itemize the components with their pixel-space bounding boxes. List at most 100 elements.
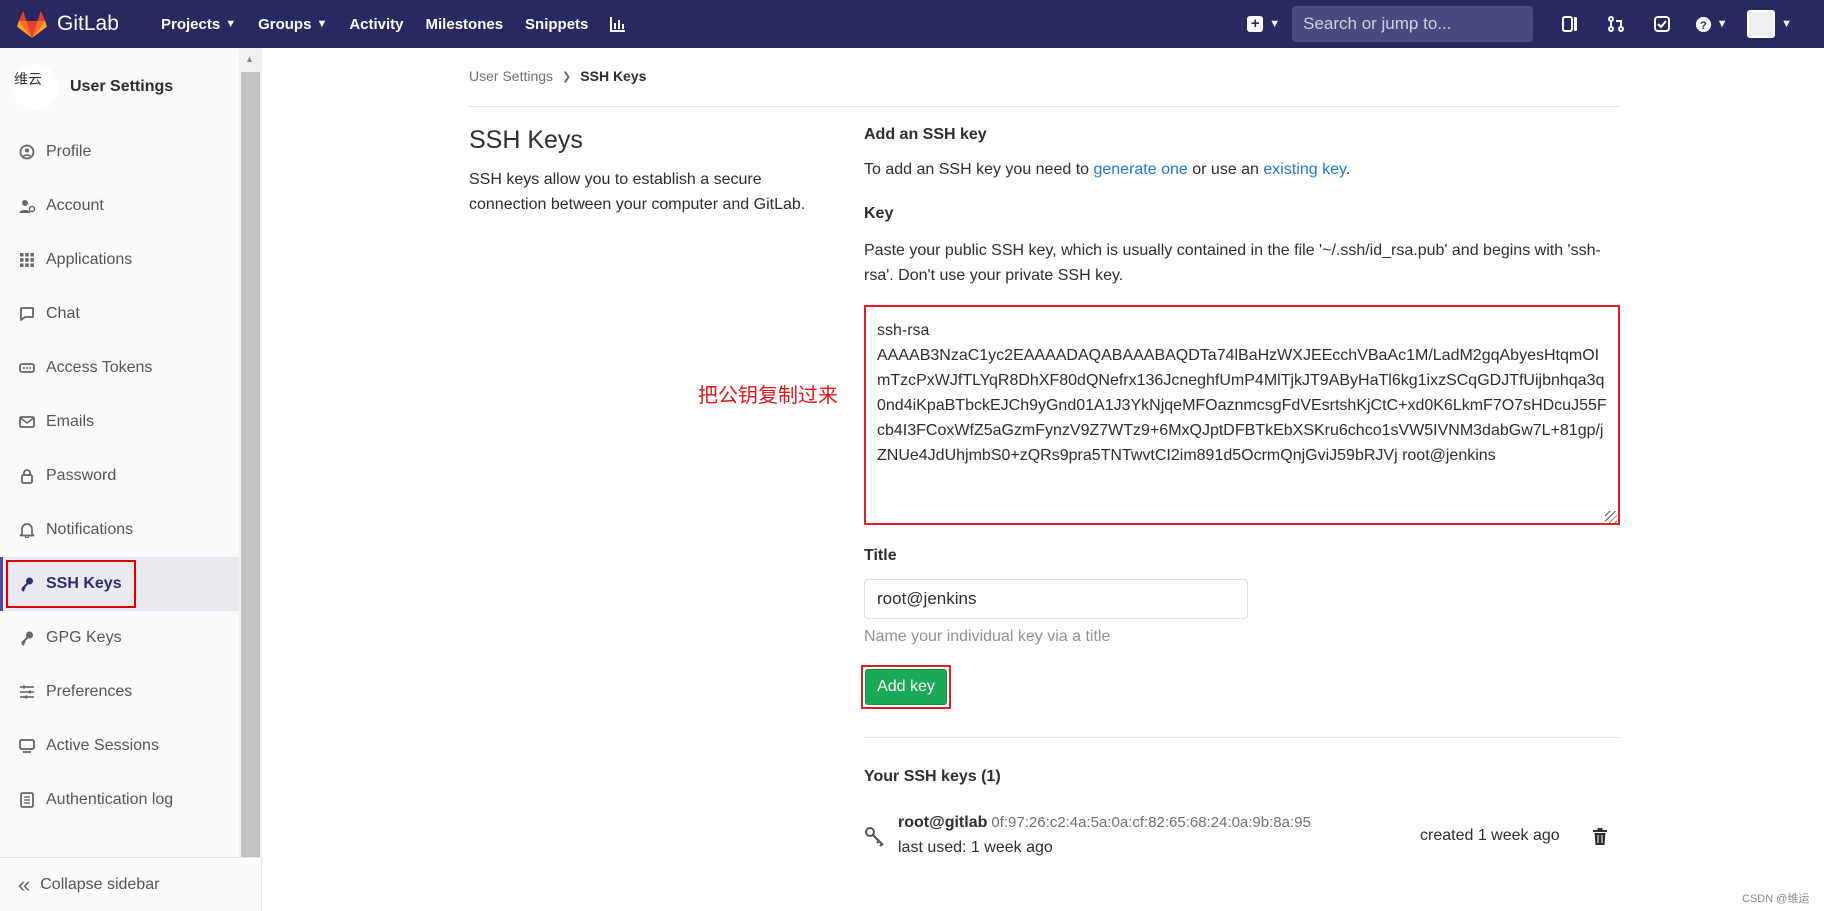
key-name: root@gitlab bbox=[898, 814, 988, 831]
sidebar-item-ssh-keys[interactable]: SSH Keys bbox=[0, 557, 239, 611]
nav-snippets-label: Snippets bbox=[525, 15, 589, 33]
sidebar-item-access-tokens[interactable]: Access Tokens bbox=[0, 341, 239, 395]
page-title: SSH Keys bbox=[469, 126, 583, 154]
panel-icon bbox=[1562, 16, 1578, 32]
lock-icon bbox=[18, 467, 36, 485]
sidebar-item-chat[interactable]: Chat bbox=[0, 287, 239, 341]
sidebar-context-header[interactable]: 维云 User Settings bbox=[0, 48, 239, 125]
key-label: Key bbox=[864, 205, 894, 222]
merge-request-icon bbox=[1608, 16, 1625, 32]
search-input[interactable] bbox=[1303, 14, 1525, 34]
scroll-up-arrow-icon[interactable]: ▲ bbox=[245, 54, 254, 64]
chart-icon bbox=[610, 17, 626, 32]
title-field[interactable] bbox=[864, 579, 1248, 619]
sidebar-item-label: Emails bbox=[46, 413, 95, 430]
sidebar-item-gpg-keys[interactable]: GPG Keys bbox=[0, 611, 239, 665]
sidebar-item-label: Profile bbox=[46, 143, 92, 160]
sidebar-item-label: Active Sessions bbox=[46, 737, 159, 754]
profile-icon bbox=[18, 143, 36, 161]
nav-snippets[interactable]: Snippets bbox=[514, 0, 599, 48]
todo-check-icon bbox=[1654, 16, 1671, 32]
account-icon bbox=[18, 197, 36, 215]
collapse-sidebar-button[interactable]: « Collapse sidebar bbox=[0, 857, 261, 911]
sidebar-item-label: Password bbox=[46, 467, 117, 484]
existing-key-link[interactable]: existing key bbox=[1263, 161, 1345, 178]
breadcrumb: User Settings ❯ SSH Keys bbox=[469, 68, 646, 84]
double-chevron-left-icon: « bbox=[18, 871, 31, 897]
todos-button[interactable] bbox=[1639, 0, 1685, 48]
sidebar-item-label: Preferences bbox=[46, 683, 133, 700]
add-key-button[interactable]: Add key bbox=[865, 669, 947, 705]
user-avatar bbox=[1747, 10, 1776, 38]
chevron-down-icon: ▼ bbox=[1716, 18, 1728, 30]
add-ssh-key-form: Add an SSH key To add an SSH key you nee… bbox=[861, 126, 1620, 856]
sidebar-item-profile[interactable]: Profile bbox=[0, 125, 239, 179]
sliders-icon bbox=[18, 683, 36, 701]
trash-icon[interactable] bbox=[1592, 828, 1608, 846]
generate-one-link[interactable]: generate one bbox=[1093, 161, 1187, 178]
help-button[interactable]: ? ▼ bbox=[1685, 0, 1737, 48]
form-intro: To add an SSH key you need to generate o… bbox=[864, 161, 1350, 179]
sidebar-item-label: Chat bbox=[46, 305, 80, 322]
search-box[interactable] bbox=[1292, 6, 1534, 42]
key-icon bbox=[865, 827, 884, 847]
sidebar-item-label: Authentication log bbox=[46, 791, 174, 808]
scrollbar-thumb[interactable] bbox=[241, 72, 260, 858]
intro-prefix: To add an SSH key you need to bbox=[864, 161, 1094, 178]
sidebar-item-label: Account bbox=[46, 197, 104, 214]
sidebar-item-authentication-log[interactable]: Authentication log bbox=[0, 773, 239, 827]
sidebar-item-applications[interactable]: Applications bbox=[0, 233, 239, 287]
sidebar-item-active-sessions[interactable]: Active Sessions bbox=[0, 719, 239, 773]
intro-suffix: . bbox=[1345, 161, 1351, 178]
email-icon bbox=[18, 413, 36, 431]
nav-projects[interactable]: Projects ▼ bbox=[150, 0, 247, 48]
chevron-down-icon: ▼ bbox=[1781, 18, 1792, 30]
key-icon bbox=[18, 629, 36, 647]
sidebar-item-emails[interactable]: Emails bbox=[0, 395, 239, 449]
applications-icon bbox=[18, 251, 36, 269]
top-navbar: GitLab Projects ▼ Groups ▼ Activity Milest… bbox=[0, 0, 1824, 48]
page-description: SSH keys allow you to establish a secure… bbox=[469, 171, 806, 213]
nav-groups[interactable]: Groups ▼ bbox=[247, 0, 338, 48]
sidebar-scrollbar[interactable]: ▲ bbox=[239, 48, 262, 858]
key-title[interactable]: root@gitlab 0f:97:26:c2:4a:5a:0a:cf:82:65… bbox=[898, 814, 1311, 832]
new-dropdown-button[interactable]: + ▼ bbox=[1247, 16, 1280, 32]
sidebar-item-account[interactable]: Account bbox=[0, 179, 239, 233]
chevron-down-icon: ▼ bbox=[316, 18, 328, 30]
list-item[interactable]: root@gitlab 0f:97:26:c2:4a:5a:0a:cf:82:65… bbox=[864, 814, 1620, 874]
sidebar-item-password[interactable]: Password bbox=[0, 449, 239, 503]
nav-analytics[interactable] bbox=[599, 0, 637, 48]
chevron-down-icon: ▼ bbox=[1269, 18, 1281, 30]
nav-milestones-label: Milestones bbox=[425, 15, 504, 33]
watermark: CSDN @维运 bbox=[1742, 893, 1810, 905]
resize-handle[interactable] bbox=[1605, 511, 1617, 523]
user-menu-button[interactable]: ▼ bbox=[1747, 10, 1792, 38]
sidebar-item-label: Access Tokens bbox=[46, 359, 153, 376]
breadcrumb-current[interactable]: SSH Keys bbox=[580, 68, 646, 84]
bell-icon bbox=[18, 521, 36, 539]
sidebar-item-label: Notifications bbox=[46, 521, 134, 538]
sidebar-item-notifications[interactable]: Notifications bbox=[0, 503, 239, 557]
nav-activity[interactable]: Activity bbox=[338, 0, 414, 48]
your-keys-heading: Your SSH keys (1) bbox=[864, 768, 1001, 785]
key-created: created 1 week ago bbox=[1420, 827, 1560, 844]
breadcrumb-parent[interactable]: User Settings bbox=[469, 68, 553, 84]
merge-requests-button[interactable] bbox=[1593, 0, 1639, 48]
sidebar-toggle-button[interactable] bbox=[1547, 0, 1593, 48]
key-textarea[interactable]: ssh-rsa AAAAB3NzaC1yc2EAAAADAQABAAABAQDT… bbox=[864, 305, 1620, 525]
access-tokens-icon bbox=[18, 359, 36, 377]
nav-activity-label: Activity bbox=[349, 15, 404, 33]
nav-groups-label: Groups bbox=[258, 15, 312, 33]
sidebar-list: 维云 User Settings Profile Account Applica… bbox=[0, 48, 239, 827]
nav-milestones[interactable]: Milestones bbox=[415, 0, 515, 48]
gitlab-home-link[interactable]: GitLab bbox=[16, 9, 150, 39]
nav-right: + ▼ ? ▼ ▼ bbox=[1247, 0, 1824, 48]
settings-sidebar: 维云 User Settings Profile Account Applica… bbox=[0, 48, 262, 911]
key-help-text: Paste your public SSH key, which is usua… bbox=[864, 242, 1601, 284]
brand-name: GitLab bbox=[57, 12, 119, 35]
sidebar-item-preferences[interactable]: Preferences bbox=[0, 665, 239, 719]
question-icon: ? bbox=[1695, 16, 1711, 32]
title-help-text: Name your individual key via a title bbox=[864, 628, 1111, 645]
svg-text:?: ? bbox=[1700, 19, 1707, 31]
sidebar-item-label: Applications bbox=[46, 251, 133, 268]
